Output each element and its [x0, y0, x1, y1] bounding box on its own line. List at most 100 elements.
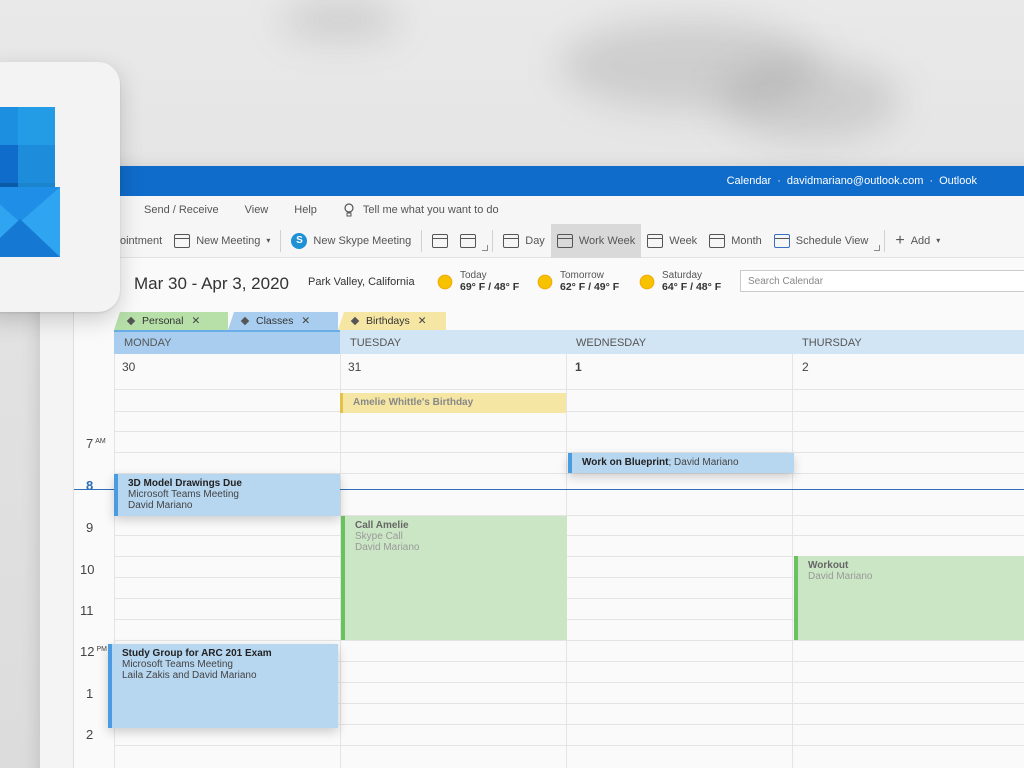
calendar-tab-arrow-icon — [126, 316, 136, 326]
chevron-down-icon: ▾ — [936, 236, 941, 245]
weather-location[interactable]: Park Valley, California — [308, 276, 415, 288]
close-icon[interactable]: ✕ — [191, 315, 200, 327]
ribbon-toolbar: ointment New Meeting ▾ S New Skype Meeti… — [120, 223, 1024, 258]
outlook-logo-tile — [0, 62, 120, 312]
sun-cloud-icon — [536, 272, 554, 291]
month-label: Month — [731, 234, 762, 247]
close-icon[interactable]: ✕ — [301, 315, 310, 327]
calendar-tab-label: Classes — [256, 315, 294, 327]
day-number: 30 — [122, 360, 136, 374]
outlook-logo-icon — [0, 107, 60, 257]
event-organizer: David Mariano — [128, 500, 193, 511]
sun-cloud-icon — [436, 272, 454, 291]
hour-label: 10 — [80, 562, 95, 577]
menu-bar: Send / Receive View Help Tell me what yo… — [120, 196, 1024, 224]
tell-me-box[interactable]: Tell me what you want to do — [343, 203, 499, 217]
new-meeting-label: New Meeting — [196, 234, 261, 247]
work-week-icon — [556, 233, 573, 248]
add-label: Add — [910, 234, 931, 247]
search-placeholder: Search Calendar — [748, 276, 824, 287]
hour-label: 2 — [86, 727, 94, 742]
hour-label: 7 AM — [86, 436, 106, 451]
chevron-down-icon: ▾ — [266, 236, 271, 245]
event-title: 3D Model Drawings Due — [128, 478, 242, 489]
schedule-view-label: Schedule View — [795, 234, 869, 247]
new-skype-meeting-button[interactable]: S New Skype Meeting — [285, 224, 417, 258]
close-icon[interactable]: ✕ — [418, 315, 427, 327]
event-organizer: David Mariano — [808, 571, 873, 582]
event-title: Work on Blueprint — [582, 457, 669, 468]
week-view-button[interactable]: Week — [641, 224, 703, 258]
calendar-tab-classes[interactable]: Classes ✕ — [228, 312, 338, 330]
title-app: Outlook — [939, 175, 977, 187]
month-view-button[interactable]: Month — [703, 224, 768, 258]
weather-temp: 69° F / 48° F — [460, 281, 520, 293]
calendar-tab-personal[interactable]: Personal ✕ — [114, 312, 228, 330]
lightbulb-icon — [344, 203, 354, 217]
hour-label: 9 — [86, 520, 94, 535]
day-header-thursday[interactable]: THURSDAY — [792, 330, 1024, 354]
navigation-rail — [40, 258, 74, 768]
calendar-tab-birthdays[interactable]: Birthdays ✕ — [338, 312, 446, 330]
title-section: Calendar — [726, 175, 772, 187]
event-location: Skype Call — [355, 531, 403, 542]
event-title: Workout — [808, 560, 849, 571]
event-organizer: Laila Zakis and David Mariano — [122, 670, 257, 681]
menu-help[interactable]: Help — [294, 204, 317, 216]
event-birthday[interactable]: Amelie Whittle's Birthday — [340, 393, 566, 413]
menu-send-receive[interactable]: Send / Receive — [144, 204, 219, 216]
dialog-launcher-icon[interactable] — [482, 244, 489, 251]
hour-label: 11 — [80, 603, 94, 618]
event-3d-model-drawings[interactable]: 3D Model Drawings Due Microsoft Teams Me… — [114, 474, 340, 516]
tell-me-text: Tell me what you want to do — [362, 204, 499, 216]
plus-icon: + — [895, 231, 905, 249]
weather-tomorrow: Tomorrow 62° F / 49° F — [536, 270, 619, 293]
hour-label: 12 PM — [80, 644, 107, 659]
event-call-amelie[interactable]: Call Amelie Skype Call David Mariano — [341, 516, 567, 640]
calendar-tab-label: Personal — [142, 315, 184, 327]
week-icon — [647, 233, 664, 248]
new-meeting-button[interactable]: New Meeting ▾ — [168, 224, 276, 258]
event-study-group[interactable]: Study Group for ARC 201 Exam Microsoft T… — [108, 644, 338, 728]
day-view-button[interactable]: Day — [497, 224, 551, 258]
background-shadow — [720, 60, 900, 140]
day-icon — [503, 233, 520, 248]
outlook-window: Calendar · davidmariano@outlook.com · Ou… — [40, 166, 1024, 768]
day-number-today: 1 — [575, 360, 582, 374]
schedule-view-button[interactable]: Schedule View — [768, 224, 875, 258]
background-shadow — [280, 0, 400, 40]
hour-label-current: 8 — [86, 478, 94, 493]
dialog-launcher-icon[interactable] — [874, 244, 881, 251]
work-week-label: Work Week — [578, 234, 636, 247]
weather-label: Saturday — [662, 270, 703, 281]
title-bar: Calendar · davidmariano@outlook.com · Ou… — [120, 166, 1024, 196]
weather-saturday: Saturday 64° F / 48° F — [638, 270, 721, 293]
month-icon — [709, 233, 726, 248]
title-account: davidmariano@outlook.com — [786, 175, 924, 187]
go-back-button[interactable] — [426, 224, 454, 258]
new-skype-label: New Skype Meeting — [313, 234, 412, 247]
date-range-title: Mar 30 - Apr 3, 2020 — [134, 274, 289, 293]
work-week-view-button[interactable]: Work Week — [550, 223, 642, 258]
event-work-on-blueprint[interactable]: Work on Blueprint; David Mariano — [568, 453, 794, 473]
day-number: 31 — [348, 360, 362, 374]
skype-icon: S — [291, 232, 308, 249]
hour-label: 1 — [86, 686, 94, 701]
event-workout[interactable]: Workout David Mariano — [794, 556, 1024, 640]
event-organizer: ; David Mariano — [668, 457, 739, 468]
day-header-monday[interactable]: MONDAY — [114, 330, 340, 354]
search-calendar-input[interactable]: Search Calendar — [740, 270, 1024, 292]
weather-temp: 64° F / 48° F — [662, 281, 722, 293]
meeting-icon — [174, 233, 191, 248]
menu-view[interactable]: View — [245, 204, 269, 216]
event-title: Study Group for ARC 201 Exam — [122, 648, 272, 659]
day-number: 2 — [802, 360, 809, 374]
new-appointment-button[interactable]: ointment — [120, 224, 168, 258]
go-forward-button[interactable] — [454, 224, 482, 258]
day-header-tuesday[interactable]: TUESDAY — [340, 330, 566, 354]
day-header-wednesday[interactable]: WEDNESDAY — [566, 330, 792, 354]
day-label: Day — [525, 234, 545, 247]
calendar-tab-arrow-icon — [240, 316, 250, 326]
calendar-tab-label: Birthdays — [366, 315, 410, 327]
add-button[interactable]: + Add ▾ — [889, 224, 946, 258]
